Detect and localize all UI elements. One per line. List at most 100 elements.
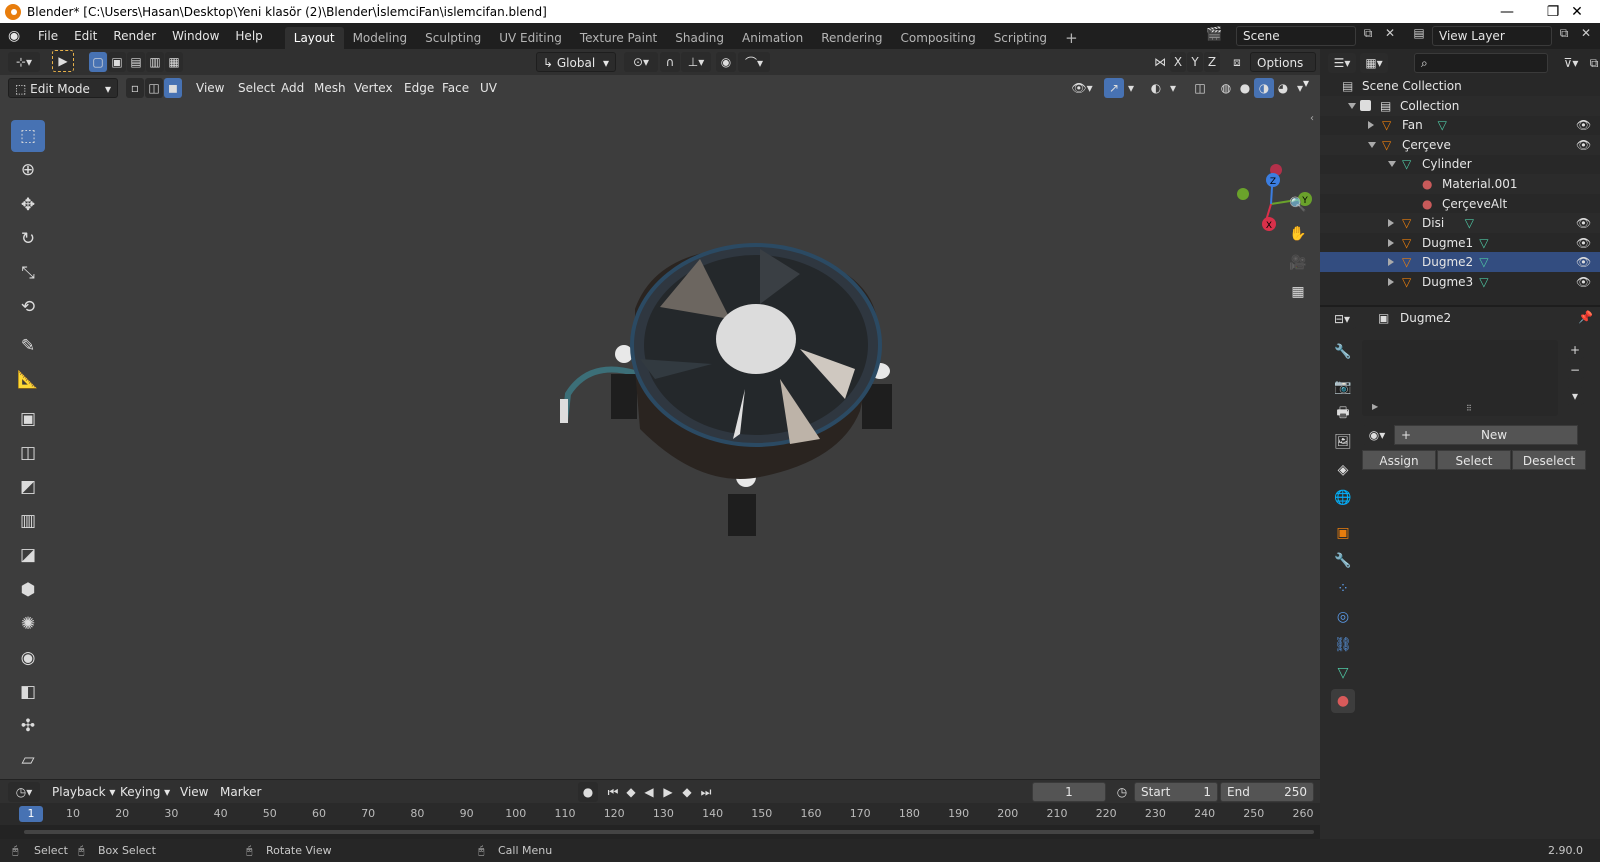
delete-view-layer-icon[interactable]: ✕ bbox=[1576, 26, 1596, 46]
data-tab-icon[interactable]: ▽ bbox=[1331, 661, 1355, 685]
poly-build-tool[interactable]: ⬢ bbox=[11, 574, 45, 606]
scale-tool[interactable]: ⤡ bbox=[11, 257, 45, 289]
menu-select[interactable]: Select bbox=[232, 78, 281, 98]
visibility-eye-icon[interactable]: 👁 bbox=[1576, 135, 1591, 155]
prev-keyframe-icon[interactable]: ◆ bbox=[622, 782, 640, 802]
timeline-ruler[interactable]: 1 10 20 30 40 50 60 70 80 90 100 110 120 130 140 150 160… bbox=[0, 803, 1320, 825]
new-material-button[interactable]: + New bbox=[1394, 425, 1578, 445]
tab-scripting[interactable]: Scripting bbox=[985, 27, 1056, 49]
extrude-tool[interactable]: ▣ bbox=[11, 403, 45, 435]
menu-add[interactable]: Add bbox=[275, 78, 310, 98]
axis-x-toggle[interactable]: X bbox=[1170, 52, 1186, 72]
orientation-dropdown[interactable]: ↳ Global ▾ bbox=[536, 52, 616, 72]
blender-menu-icon[interactable]: ◉ bbox=[8, 28, 30, 44]
expand-right-icon[interactable] bbox=[1388, 258, 1394, 267]
mesh-data-icon[interactable]: ▽ bbox=[1479, 233, 1488, 253]
frame-start-field[interactable]: Start 1 bbox=[1134, 782, 1218, 802]
gizmo-neg-y[interactable] bbox=[1237, 188, 1249, 200]
tab-animation[interactable]: Animation bbox=[733, 27, 812, 49]
falloff-icon[interactable]: ⌒▾ bbox=[738, 52, 770, 72]
transform-tool[interactable]: ⟲ bbox=[11, 291, 45, 323]
menu-vertex[interactable]: Vertex bbox=[348, 78, 399, 98]
render-tab-icon[interactable]: 📷 bbox=[1331, 375, 1355, 399]
visibility-eye-icon[interactable]: 👁▾ bbox=[1066, 78, 1098, 98]
current-frame-field[interactable]: 1 bbox=[1032, 782, 1106, 802]
output-tab-icon[interactable]: 🖶 bbox=[1331, 402, 1355, 426]
assign-button[interactable]: Assign bbox=[1362, 450, 1436, 470]
frame-end-field[interactable]: End 250 bbox=[1220, 782, 1314, 802]
expand-right-icon[interactable] bbox=[1388, 219, 1394, 228]
close-button[interactable]: ✕ bbox=[1554, 0, 1600, 23]
rendered-shading-icon[interactable]: ◕ bbox=[1273, 78, 1293, 98]
overlay-toggle-icon[interactable]: ◐ bbox=[1146, 78, 1166, 98]
select-extend-icon[interactable]: ▣ bbox=[108, 52, 126, 72]
deselect-button[interactable]: Deselect bbox=[1512, 450, 1586, 470]
expand-right-icon[interactable] bbox=[1388, 238, 1394, 247]
measure-tool[interactable]: 📐 bbox=[11, 364, 45, 396]
menu-view[interactable]: View bbox=[190, 78, 230, 98]
timeline-editor-icon[interactable]: ◷▾ bbox=[8, 782, 40, 802]
select-invert-icon[interactable]: ▥ bbox=[146, 52, 164, 72]
world-tab-icon[interactable]: 🌐 bbox=[1331, 486, 1355, 510]
remove-slot-icon[interactable]: − bbox=[1566, 361, 1584, 379]
material-tab-icon[interactable]: ● bbox=[1331, 689, 1355, 713]
annotate-tool[interactable]: ✎ bbox=[11, 330, 45, 362]
outliner-row[interactable]: ▽ Dugme2 ▽ 👁 bbox=[1320, 252, 1600, 273]
select-intersect-icon[interactable]: ▦ bbox=[165, 52, 183, 72]
jump-start-icon[interactable]: ⏮ bbox=[604, 782, 622, 802]
menu-edge[interactable]: Edge bbox=[398, 78, 440, 98]
gizmo-toggle-icon[interactable]: ↗ bbox=[1104, 78, 1124, 98]
constraints-tab-icon[interactable]: ⛓ bbox=[1331, 633, 1355, 657]
shrink-fatten-tool[interactable]: ✣ bbox=[11, 710, 45, 742]
mode-dropdown[interactable]: ⬚ Edit Mode ▾ bbox=[8, 78, 118, 98]
editor-type-icon[interactable]: ⊹▾ bbox=[8, 52, 40, 72]
outliner-row[interactable]: ▽ Dugme1 ▽ 👁 bbox=[1320, 233, 1600, 253]
edge-select-icon[interactable]: ◫ bbox=[145, 78, 163, 98]
overlay-dropdown-icon[interactable]: ▾ bbox=[1166, 78, 1180, 98]
proportional-edit-icon[interactable]: ◉ bbox=[716, 52, 736, 72]
menu-mesh[interactable]: Mesh bbox=[308, 78, 352, 98]
tab-compositing[interactable]: Compositing bbox=[891, 27, 984, 49]
outliner-row[interactable]: ▽ Cylinder bbox=[1320, 154, 1600, 174]
tab-texture-paint[interactable]: Texture Paint bbox=[571, 27, 666, 49]
record-icon[interactable]: ● bbox=[578, 782, 598, 802]
particles-tab-icon[interactable]: ⁘ bbox=[1331, 577, 1355, 601]
menu-playback[interactable]: Playback ▾ bbox=[46, 782, 121, 802]
visibility-eye-icon[interactable]: 👁 bbox=[1576, 252, 1591, 272]
3d-viewport[interactable]: Z Y X 🔍 ✋ 🎥 ▦ ‹ ⬚ ⊕ ✥ ↻ ⤡ ⟲ ✎ 📐 ▣ ◫ ◩ ▥ ◪ ⬢ ✺ ◉ ◧ ✣ ▱ bbox=[0, 49, 1320, 779]
play-reverse-icon[interactable]: ◀ bbox=[640, 782, 658, 802]
outliner-search-input[interactable]: ⌕ bbox=[1414, 53, 1548, 73]
browse-material-icon[interactable]: ◉▾ bbox=[1362, 425, 1392, 445]
axis-y-toggle[interactable]: Y bbox=[1187, 52, 1203, 72]
minimize-button[interactable]: — bbox=[1484, 0, 1530, 23]
mesh-data-icon[interactable]: ▽ bbox=[1438, 115, 1447, 135]
resize-handle-icon[interactable]: ⠿ bbox=[1466, 404, 1472, 413]
options-dropdown[interactable]: Options ▾ bbox=[1250, 52, 1316, 90]
shading-dropdown-icon[interactable]: ▾ bbox=[1293, 78, 1307, 98]
smooth-tool[interactable]: ◉ bbox=[11, 642, 45, 674]
mesh-data-icon[interactable]: ▽ bbox=[1479, 272, 1488, 292]
view-layer-icon[interactable]: ▤ bbox=[1408, 26, 1430, 46]
mirror-icon[interactable]: ⋈ bbox=[1150, 52, 1170, 72]
new-collection-icon[interactable]: ⧉ bbox=[1588, 53, 1600, 73]
snap-target-icon[interactable]: ⊥▾ bbox=[681, 52, 711, 72]
scene-name-field[interactable]: Scene bbox=[1236, 26, 1356, 46]
visibility-eye-icon[interactable]: 👁 bbox=[1576, 272, 1591, 292]
expand-down-icon[interactable] bbox=[1388, 161, 1396, 168]
camera-view-icon[interactable]: 🎥 bbox=[1285, 250, 1311, 276]
menu-face[interactable]: Face bbox=[436, 78, 475, 98]
outliner-row[interactable]: ▽ Fan ▽ 👁 bbox=[1320, 115, 1600, 135]
spin-tool[interactable]: ✺ bbox=[11, 608, 45, 640]
shear-tool[interactable]: ▱ bbox=[11, 744, 45, 776]
select-subtract-icon[interactable]: ▤ bbox=[127, 52, 145, 72]
visibility-eye-icon[interactable]: 👁 bbox=[1576, 115, 1591, 135]
xray-toggle-icon[interactable]: ◫ bbox=[1190, 78, 1210, 98]
menu-marker[interactable]: Marker bbox=[214, 782, 267, 802]
current-frame-marker[interactable]: 1 bbox=[19, 806, 43, 822]
slot-specials-icon[interactable]: ▾ bbox=[1566, 387, 1584, 405]
rotate-tool[interactable]: ↻ bbox=[11, 223, 45, 255]
tab-sculpting[interactable]: Sculpting bbox=[416, 27, 490, 49]
solid-shading-icon[interactable]: ● bbox=[1235, 78, 1255, 98]
add-slot-icon[interactable]: + bbox=[1566, 341, 1584, 359]
delete-scene-icon[interactable]: ✕ bbox=[1380, 26, 1400, 46]
